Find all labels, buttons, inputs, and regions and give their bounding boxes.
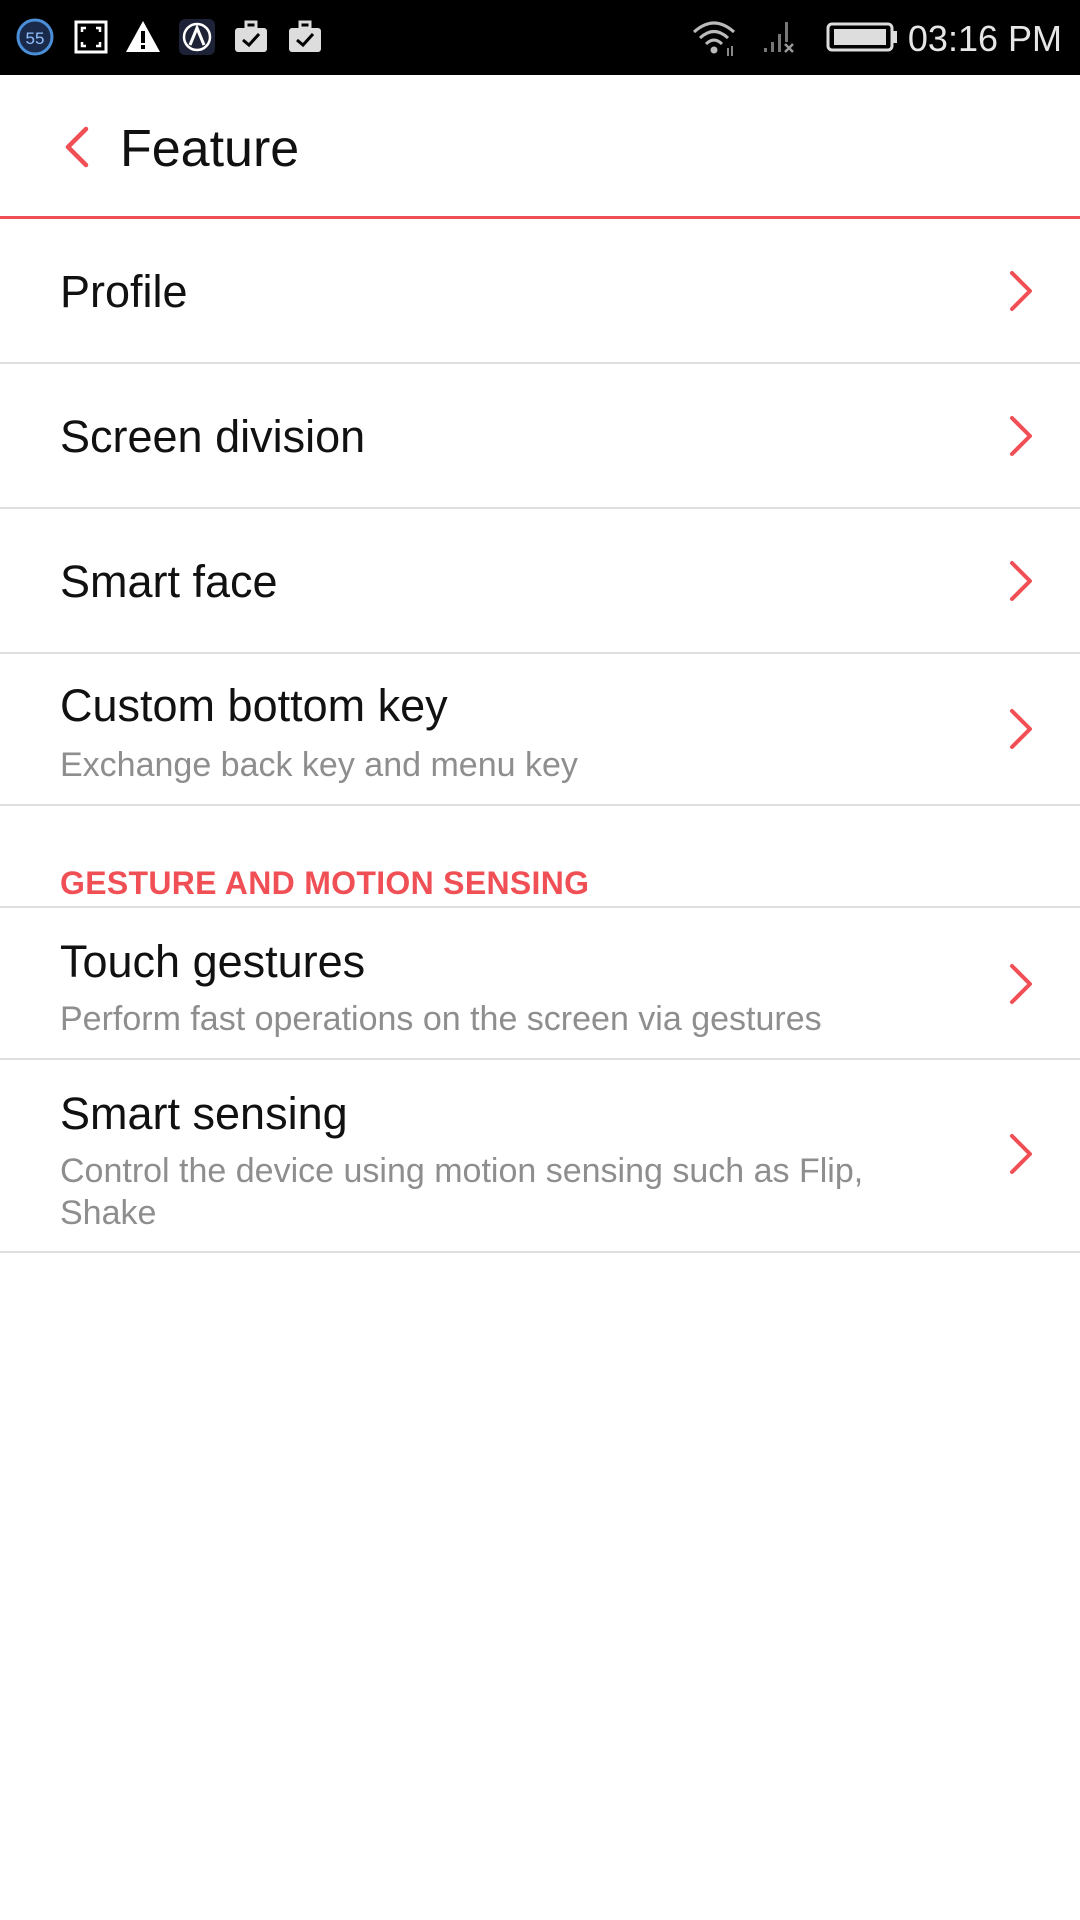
section-label: GESTURE AND MOTION SENSING xyxy=(60,865,590,901)
warning-icon xyxy=(126,21,160,52)
list-item-screen-division[interactable]: Screen division xyxy=(0,364,1080,509)
list-item-profile[interactable]: Profile xyxy=(0,219,1080,364)
app-header: Feature xyxy=(0,75,1080,219)
signal-no-service-icon xyxy=(764,22,794,53)
badge-number: 55 xyxy=(26,29,45,48)
list-item-smart-face[interactable]: Smart face xyxy=(0,509,1080,654)
page-title: Feature xyxy=(120,120,300,178)
item-title: Profile xyxy=(60,266,188,317)
list-item-custom-bottom-key[interactable]: Custom bottom key Exchange back key and … xyxy=(0,654,1080,806)
briefcase-check-icon xyxy=(289,20,321,52)
briefcase-check-icon xyxy=(235,20,267,52)
wifi-icon xyxy=(692,21,736,56)
item-subtitle: Perform fast operations on the screen vi… xyxy=(60,1000,822,1038)
section-header-gesture: GESTURE AND MOTION SENSING xyxy=(0,806,1080,908)
battery-icon xyxy=(826,22,897,52)
item-title: Screen division xyxy=(60,411,366,462)
item-title: Smart face xyxy=(60,556,278,607)
item-title: Custom bottom key xyxy=(60,680,448,731)
status-bar: 55 03:16 PM xyxy=(0,0,1080,75)
item-subtitle: Control the device using motion sensing … xyxy=(60,1152,864,1232)
chevron-right-icon xyxy=(1010,964,1032,1004)
settings-list: Profile Screen division Smart face Custo… xyxy=(0,219,1080,1253)
chevron-right-icon xyxy=(1010,561,1032,601)
screenshot-frame-icon xyxy=(74,20,108,54)
back-chevron-icon[interactable] xyxy=(50,117,110,177)
status-time: 03:16 PM xyxy=(907,18,1062,59)
chevron-right-icon xyxy=(1010,416,1032,456)
list-item-smart-sensing[interactable]: Smart sensing Control the device using m… xyxy=(0,1060,1080,1253)
list-item-touch-gestures[interactable]: Touch gestures Perform fast operations o… xyxy=(0,908,1080,1060)
item-title: Touch gestures xyxy=(60,936,366,987)
app-a-icon xyxy=(179,19,215,55)
chevron-right-icon xyxy=(1010,709,1032,749)
item-title: Smart sensing xyxy=(60,1088,348,1139)
chevron-right-icon xyxy=(1010,1134,1032,1174)
chevron-right-icon xyxy=(1010,271,1032,311)
badge-55-icon: 55 xyxy=(16,18,54,56)
item-subtitle: Exchange back key and menu key xyxy=(60,746,578,784)
